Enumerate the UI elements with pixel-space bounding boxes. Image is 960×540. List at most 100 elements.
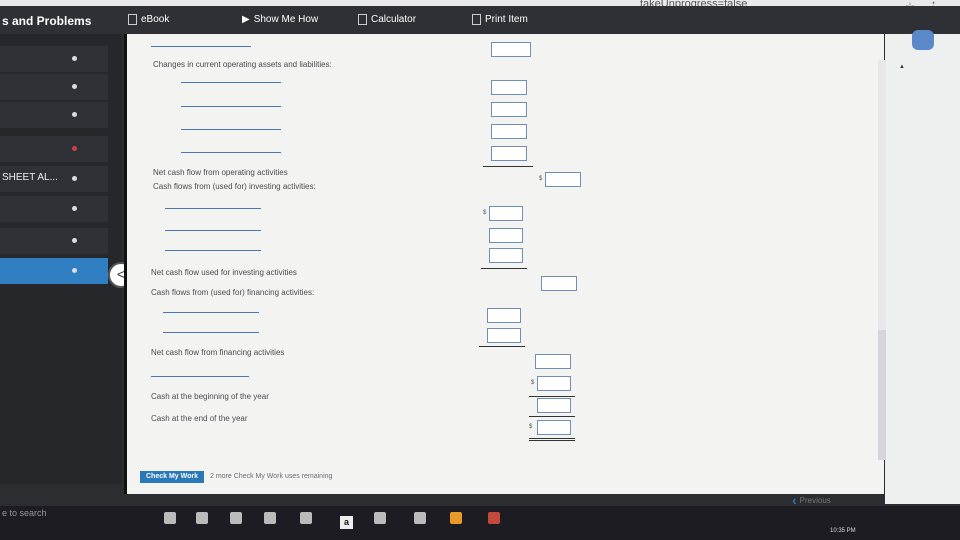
net-operating-input[interactable] bbox=[545, 172, 581, 187]
total-rule bbox=[481, 268, 527, 269]
check-icon bbox=[72, 84, 77, 89]
check-my-work-button[interactable]: Check My Work bbox=[140, 471, 204, 483]
total-rule bbox=[483, 166, 533, 167]
account-line[interactable] bbox=[163, 332, 259, 333]
sidebar-item-sheet[interactable]: SHEET AL... bbox=[0, 166, 108, 192]
x-mark-icon bbox=[72, 146, 77, 151]
sidebar-item[interactable] bbox=[0, 102, 108, 128]
dollar-sign: $ bbox=[531, 380, 535, 386]
sidebar-item[interactable] bbox=[0, 46, 108, 72]
screen: takeUnprogress=false ☆ ⋮ s and Problems … bbox=[0, 0, 960, 540]
store-icon[interactable] bbox=[264, 512, 276, 524]
chrome-icon[interactable] bbox=[450, 512, 462, 524]
total-rule bbox=[529, 438, 575, 439]
account-line[interactable] bbox=[181, 106, 281, 107]
check-uses-remaining: 2 more Check My Work uses remaining bbox=[210, 473, 333, 480]
sidebar-item[interactable] bbox=[0, 136, 108, 162]
total-rule bbox=[479, 346, 525, 347]
amount-input[interactable] bbox=[491, 80, 527, 95]
previous-label: Previous bbox=[799, 495, 831, 505]
print-icon bbox=[472, 14, 481, 25]
amount-input[interactable] bbox=[489, 248, 523, 263]
help-widget-icon[interactable] bbox=[912, 30, 934, 50]
infinity-icon[interactable] bbox=[374, 512, 386, 524]
mail-icon[interactable] bbox=[414, 512, 426, 524]
account-line[interactable] bbox=[181, 82, 281, 83]
sidebar-item-active[interactable] bbox=[0, 258, 108, 284]
print-item-label: Print Item bbox=[485, 14, 528, 25]
cash-beginning-label: Cash at the beginning of the year bbox=[151, 392, 269, 401]
powerpoint-icon[interactable] bbox=[488, 512, 500, 524]
net-investing-input[interactable] bbox=[541, 276, 577, 291]
question-sidebar: SHEET AL... ems bbox=[0, 34, 122, 516]
net-investing-label: Net cash flow used for investing activit… bbox=[151, 268, 297, 277]
amount-input[interactable] bbox=[491, 102, 527, 117]
ebook-button[interactable]: eBook bbox=[128, 14, 169, 25]
check-icon bbox=[72, 112, 77, 117]
photos-icon[interactable] bbox=[230, 512, 242, 524]
amount-input[interactable] bbox=[487, 328, 521, 343]
sidebar-item-label: SHEET AL... bbox=[2, 172, 58, 183]
account-line[interactable] bbox=[181, 152, 281, 153]
amount-input[interactable] bbox=[537, 376, 571, 391]
assignment-toolbar: s and Problems eBook ▶ Show Me How Calcu… bbox=[0, 6, 960, 34]
amount-input[interactable] bbox=[491, 42, 531, 57]
book-icon bbox=[128, 14, 137, 25]
changes-label: Changes in current operating assets and … bbox=[153, 60, 332, 69]
total-rule bbox=[529, 416, 575, 417]
account-line[interactable] bbox=[165, 208, 261, 209]
sidebar-item[interactable] bbox=[0, 228, 108, 254]
taskbar-clock: 10:35 PM bbox=[830, 528, 856, 534]
net-financing-input[interactable] bbox=[535, 354, 571, 369]
account-line[interactable] bbox=[163, 312, 259, 313]
investing-label: Cash flows from (used for) investing act… bbox=[153, 182, 316, 191]
amount-input[interactable] bbox=[491, 124, 527, 139]
calculator-button[interactable]: Calculator bbox=[358, 14, 416, 25]
right-panel bbox=[885, 34, 960, 504]
account-line[interactable] bbox=[165, 230, 261, 231]
taskbar-search[interactable]: e to search bbox=[2, 508, 47, 518]
cash-end-input[interactable] bbox=[537, 420, 571, 435]
dollar-sign: $ bbox=[483, 210, 487, 216]
double-rule bbox=[529, 440, 575, 441]
net-operating-label: Net cash flow from operating activities bbox=[153, 168, 288, 177]
task-view-icon[interactable] bbox=[196, 512, 208, 524]
dollar-sign: $ bbox=[539, 176, 543, 182]
sidebar-item[interactable] bbox=[0, 74, 108, 100]
ebook-label: eBook bbox=[141, 14, 170, 25]
sidebar-item[interactable] bbox=[0, 196, 108, 222]
dropbox-icon[interactable] bbox=[300, 512, 312, 524]
amount-input[interactable] bbox=[491, 146, 527, 161]
dollar-sign: $ bbox=[529, 424, 533, 430]
account-line[interactable] bbox=[181, 129, 281, 130]
show-me-how-label: Show Me How bbox=[253, 14, 319, 25]
total-rule bbox=[529, 396, 575, 397]
print-item-button[interactable]: Print Item bbox=[472, 14, 528, 25]
financing-label: Cash flows from (used for) financing act… bbox=[151, 288, 315, 297]
amazon-icon[interactable]: a bbox=[340, 516, 353, 529]
check-icon bbox=[72, 56, 77, 61]
net-financing-label: Net cash flow from financing activities bbox=[151, 348, 285, 357]
calculator-icon bbox=[358, 14, 367, 25]
os-taskbar bbox=[0, 506, 960, 540]
status-dot-icon bbox=[72, 176, 77, 181]
scroll-up-arrow-icon[interactable]: ▲ bbox=[899, 64, 905, 70]
amount-input[interactable] bbox=[487, 308, 521, 323]
microphone-icon[interactable] bbox=[164, 512, 176, 524]
statement-of-cash-flows-form: Changes in current operating assets and … bbox=[124, 34, 884, 494]
section-title: s and Problems bbox=[2, 14, 92, 28]
cash-beginning-input[interactable] bbox=[537, 398, 571, 413]
account-line[interactable] bbox=[151, 46, 251, 47]
play-icon: ▶ bbox=[242, 14, 250, 25]
check-icon bbox=[72, 206, 77, 211]
status-dot-icon bbox=[72, 268, 77, 273]
check-icon bbox=[72, 238, 77, 243]
amount-input[interactable] bbox=[489, 206, 523, 221]
show-me-how-button[interactable]: ▶ Show Me How bbox=[242, 14, 318, 25]
calculator-label: Calculator bbox=[371, 14, 417, 25]
cash-end-label: Cash at the end of the year bbox=[151, 414, 248, 423]
account-line[interactable] bbox=[165, 250, 261, 251]
scrollbar-thumb[interactable] bbox=[878, 330, 886, 460]
amount-input[interactable] bbox=[489, 228, 523, 243]
account-line[interactable] bbox=[151, 376, 249, 377]
